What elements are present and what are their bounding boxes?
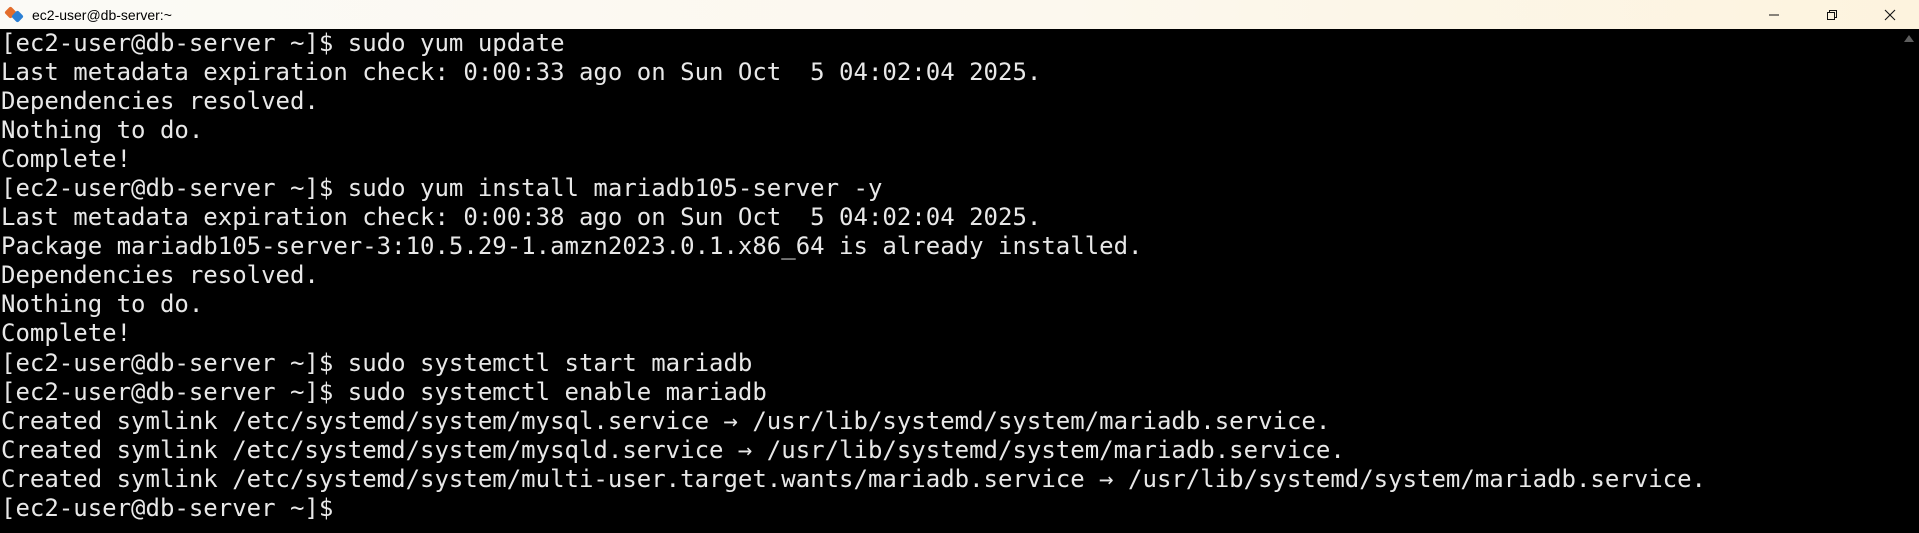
- terminal-line: Nothing to do.: [1, 116, 204, 145]
- window-title: ec2-user@db-server:~: [32, 6, 172, 23]
- terminal-line: Nothing to do.: [1, 290, 204, 319]
- terminal-line: Last metadata expiration check: 0:00:33 …: [1, 58, 1042, 87]
- terminal-line: Package mariadb105-server-3:10.5.29-1.am…: [1, 232, 1143, 261]
- scroll-up-arrow-icon[interactable]: [1904, 35, 1914, 42]
- vertical-scrollbar[interactable]: [1899, 29, 1919, 533]
- terminal-line: Created symlink /etc/systemd/system/mult…: [1, 464, 1707, 493]
- restore-icon: [1827, 9, 1837, 20]
- terminal-output[interactable]: [ec2-user@db-server ~]$ sudo yum update …: [0, 29, 1899, 533]
- terminal-line: Complete!: [1, 319, 132, 348]
- title-bar[interactable]: ec2-user@db-server:~: [0, 0, 1919, 29]
- terminal-line: [ec2-user@db-server ~]$ sudo yum install…: [1, 174, 883, 203]
- restore-button[interactable]: [1803, 0, 1861, 29]
- close-icon: [1884, 9, 1896, 20]
- terminal-line: [ec2-user@db-server ~]$ sudo systemctl e…: [1, 377, 767, 406]
- window-controls: [1745, 0, 1919, 29]
- minimize-icon: [1769, 14, 1779, 15]
- terminal-line: [ec2-user@db-server ~]$ sudo systemctl s…: [1, 348, 753, 377]
- terminal-line: Created symlink /etc/systemd/system/mysq…: [1, 435, 1345, 464]
- minimize-button[interactable]: [1745, 0, 1803, 29]
- terminal-line: Complete!: [1, 145, 132, 174]
- terminal-line: Dependencies resolved.: [1, 261, 319, 290]
- terminal-line: Dependencies resolved.: [1, 87, 319, 116]
- terminal-line: [ec2-user@db-server ~]$ sudo yum update: [1, 29, 565, 57]
- terminal-line: Created symlink /etc/systemd/system/mysq…: [1, 406, 1331, 435]
- close-button[interactable]: [1861, 0, 1919, 29]
- terminal-prompt-line[interactable]: [ec2-user@db-server ~]$: [0, 494, 1899, 523]
- putty-icon[interactable]: [4, 5, 26, 23]
- terminal-line: Last metadata expiration check: 0:00:38 …: [1, 203, 1042, 232]
- terminal-window: ec2-user@db-server:~ [ec2-user@db-server…: [0, 0, 1919, 533]
